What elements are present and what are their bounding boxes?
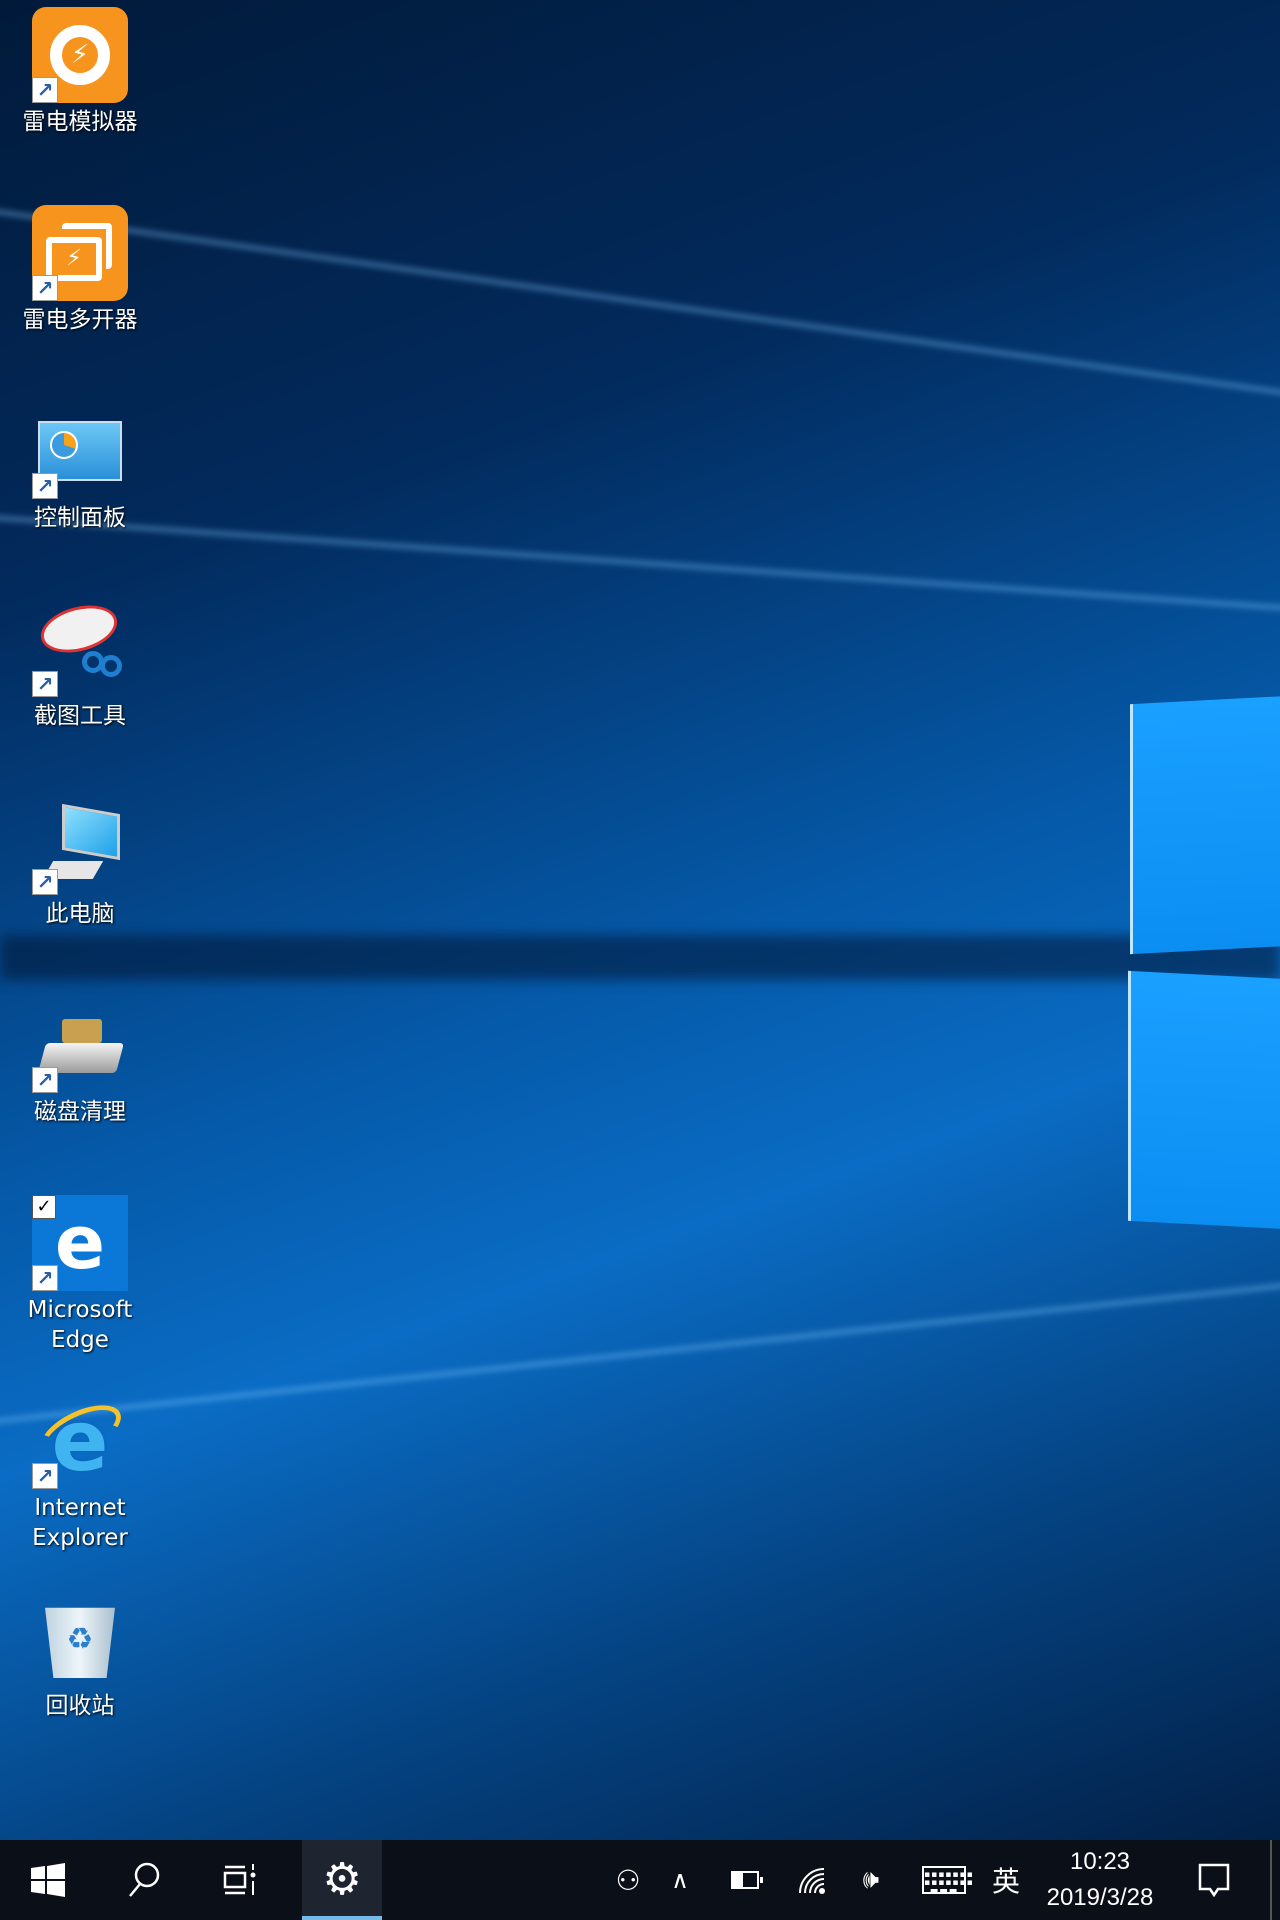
clock-time: 10:23: [1069, 1848, 1131, 1875]
disk-cleanup-icon: ↗: [32, 997, 128, 1093]
recycle-bin-icon: ♻: [32, 1591, 128, 1687]
ldplayer-icon: ⚡ ↗: [32, 7, 128, 103]
shortcut-arrow-icon: ↗: [32, 1067, 58, 1093]
icon-label: 截图工具: [34, 703, 126, 729]
control-panel-icon: ↗: [32, 403, 128, 499]
battery-button[interactable]: [720, 1840, 770, 1920]
show-desktop-button[interactable]: [1270, 1840, 1272, 1920]
clock[interactable]: 10:23 2019/3/28: [1036, 1840, 1164, 1920]
shortcut-arrow-icon: ↗: [32, 473, 58, 499]
desktop-icon-recycle-bin[interactable]: ♻ 回收站: [8, 1591, 152, 1721]
icon-label: 雷电模拟器: [22, 109, 138, 135]
touch-keyboard-button[interactable]: ▪▪▪▪▪▪▪ ▪▪▪▪▪▪▪ ▬▬▬: [914, 1840, 974, 1920]
snipping-tool-icon: ↗: [32, 597, 128, 697]
desktop-icon-disk-cleanup[interactable]: ↗ 磁盘清理: [8, 997, 152, 1127]
shortcut-arrow-icon: ↗: [32, 1463, 58, 1489]
this-pc-icon: ↗: [32, 799, 128, 895]
notification-icon: [1198, 1863, 1230, 1897]
desktop-icon-ldmultiplayer[interactable]: ⚡ ↗ 雷电多开器: [8, 205, 152, 335]
ldmultiplayer-icon: ⚡ ↗: [32, 205, 128, 301]
volume-button[interactable]: 🕪: [848, 1840, 894, 1920]
icon-label: 此电脑: [45, 901, 115, 927]
shortcut-arrow-icon: ↗: [32, 869, 58, 895]
input-method-indicator[interactable]: 英: [984, 1840, 1028, 1920]
gear-icon: ⚙: [322, 1854, 362, 1905]
desktop-wallpaper: [0, 0, 1280, 1920]
clock-date: 2019/3/28: [1046, 1884, 1154, 1911]
icon-label: Microsoft Edge: [27, 1297, 133, 1353]
chevron-up-icon: ∧: [671, 1866, 689, 1894]
icon-label: 回收站: [45, 1693, 115, 1719]
windows-logo-icon: [31, 1863, 65, 1897]
start-button[interactable]: [8, 1840, 88, 1920]
icon-label: 雷电多开器: [22, 307, 138, 333]
search-button[interactable]: [104, 1840, 184, 1920]
task-view-icon: [223, 1864, 256, 1895]
desktop-icon-microsoft-edge[interactable]: e ✓ ↗ Microsoft Edge: [8, 1195, 152, 1355]
taskbar-app-settings[interactable]: ⚙: [302, 1840, 382, 1920]
desktop-icon-snipping-tool[interactable]: ↗ 截图工具: [8, 597, 152, 731]
edge-icon: e ✓ ↗: [32, 1195, 128, 1291]
desktop-icon-this-pc[interactable]: ↗ 此电脑: [8, 799, 152, 929]
desktop-icon-internet-explorer[interactable]: e ↗ Internet Explorer: [8, 1393, 152, 1553]
show-hidden-icons-button[interactable]: ∧: [660, 1840, 700, 1920]
shortcut-arrow-icon: ↗: [32, 77, 58, 103]
keyboard-icon: ▪▪▪▪▪▪▪ ▪▪▪▪▪▪▪ ▬▬▬: [922, 1866, 973, 1896]
desktop-icon-control-panel[interactable]: ↗ 控制面板: [8, 403, 152, 533]
network-button[interactable]: [788, 1840, 834, 1920]
task-view-button[interactable]: [200, 1840, 280, 1920]
selection-checkbox[interactable]: ✓: [32, 1195, 56, 1219]
shortcut-arrow-icon: ↗: [32, 275, 58, 301]
active-indicator: [302, 1916, 382, 1920]
speaker-icon: 🕪: [862, 1864, 880, 1895]
icon-label: 控制面板: [34, 505, 126, 531]
taskbar: ⚙ ⚇ ∧ 🕪 ▪▪▪▪▪▪▪ ▪▪▪▪▪▪▪ ▬▬▬ 英 10:23 2019/3…: [0, 1840, 1280, 1920]
people-button[interactable]: ⚇: [606, 1840, 650, 1920]
people-icon: ⚇: [615, 1863, 641, 1897]
action-center-button[interactable]: [1186, 1840, 1242, 1920]
icon-label: 磁盘清理: [34, 1099, 126, 1125]
battery-icon: [731, 1871, 763, 1889]
shortcut-arrow-icon: ↗: [32, 1265, 58, 1291]
wifi-icon: [799, 1868, 825, 1894]
desktop-icon-ldplayer[interactable]: ⚡ ↗ 雷电模拟器: [8, 7, 152, 137]
ie-icon: e ↗: [32, 1393, 129, 1489]
search-icon: [129, 1862, 160, 1897]
shortcut-arrow-icon: ↗: [32, 671, 58, 697]
icon-label: Internet Explorer: [32, 1495, 128, 1551]
